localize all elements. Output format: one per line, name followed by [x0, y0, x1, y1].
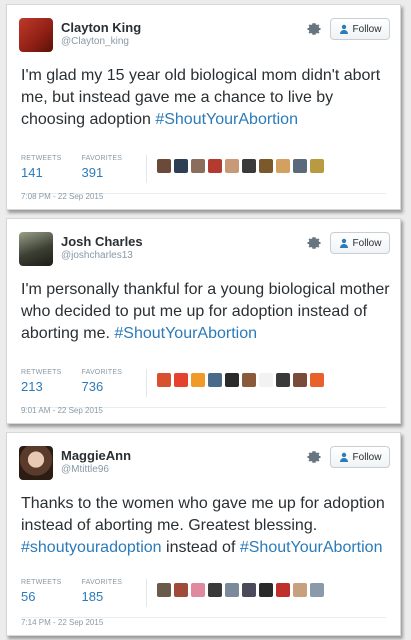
timestamp[interactable]: 9:01 AM - 22 Sep 2015: [21, 406, 103, 415]
favoriter-avatar[interactable]: [259, 373, 274, 387]
favoriter-avatar[interactable]: [174, 583, 189, 597]
favoriter-avatar[interactable]: [157, 159, 172, 173]
favoriter-avatar[interactable]: [191, 373, 206, 387]
follow-button[interactable]: Follow: [330, 18, 390, 40]
favoriter-avatar[interactable]: [242, 583, 257, 597]
tweet-stats: RETWEETS 56 FAVORITES 185: [21, 579, 325, 613]
tweet-card: MaggieAnn @Mtittle96 Follow Thanks to th…: [6, 432, 401, 636]
retweets-stat[interactable]: RETWEETS 213: [21, 369, 62, 394]
favoriter-avatars: [157, 373, 325, 387]
favoriter-avatar[interactable]: [225, 373, 240, 387]
gear-icon[interactable]: [306, 449, 322, 465]
person-add-icon: [339, 24, 348, 34]
user-handle[interactable]: @joshcharles13: [61, 250, 133, 261]
favoriter-avatar[interactable]: [208, 373, 223, 387]
favorites-label: FAVORITES: [81, 579, 123, 586]
favorites-count: 736: [81, 379, 104, 394]
follow-button[interactable]: Follow: [330, 446, 390, 468]
stats-divider: [146, 369, 148, 397]
favoriter-avatar[interactable]: [174, 159, 189, 173]
hashtag-link[interactable]: #ShoutYourAbortion: [114, 325, 257, 342]
favorites-stat[interactable]: FAVORITES 185: [82, 579, 123, 604]
tweet-stats: RETWEETS 213 FAVORITES 736: [21, 369, 325, 403]
favorites-count: 391: [81, 165, 104, 180]
retweets-label: RETWEETS: [21, 155, 62, 162]
favoriter-avatar[interactable]: [208, 159, 223, 173]
favoriter-avatar[interactable]: [293, 583, 308, 597]
favoriter-avatar[interactable]: [276, 583, 291, 597]
retweets-stat[interactable]: RETWEETS 141: [21, 155, 62, 180]
stats-divider: [146, 579, 148, 607]
favoriter-avatar[interactable]: [293, 373, 308, 387]
gear-icon[interactable]: [306, 21, 322, 37]
favorites-label: FAVORITES: [81, 155, 123, 162]
avatar[interactable]: [19, 232, 53, 266]
timestamp[interactable]: 7:14 PM - 22 Sep 2015: [21, 618, 103, 627]
retweets-label: RETWEETS: [21, 579, 62, 586]
gear-icon[interactable]: [306, 235, 322, 251]
follow-button[interactable]: Follow: [330, 232, 390, 254]
retweets-stat[interactable]: RETWEETS 56: [21, 579, 62, 604]
tweet-card: Clayton King @Clayton_king Follow I'm gl…: [6, 4, 401, 210]
favoriter-avatar[interactable]: [225, 159, 240, 173]
follow-label: Follow: [352, 451, 382, 463]
favoriter-avatars: [157, 159, 325, 173]
tweet-stats: RETWEETS 141 FAVORITES 391: [21, 155, 325, 189]
retweets-count: 56: [21, 589, 36, 604]
favoriter-avatar[interactable]: [208, 583, 223, 597]
favoriter-avatar[interactable]: [242, 159, 257, 173]
favorites-stat[interactable]: FAVORITES 391: [82, 155, 123, 180]
tweet-card: Josh Charles @joshcharles13 Follow I'm p…: [6, 218, 401, 424]
favorites-count: 185: [81, 589, 104, 604]
person-add-icon: [339, 452, 348, 462]
tweet-screenshot-collage: Clayton King @Clayton_king Follow I'm gl…: [0, 0, 411, 640]
favoriter-avatars: [157, 583, 325, 597]
favoriter-avatar[interactable]: [259, 159, 274, 173]
favoriter-avatar[interactable]: [191, 583, 206, 597]
retweets-label: RETWEETS: [21, 369, 62, 376]
user-handle[interactable]: @Clayton_king: [61, 36, 129, 47]
favoriter-avatar[interactable]: [293, 159, 308, 173]
tweet-body: Thanks to the women who gave me up for a…: [21, 495, 385, 534]
user-handle[interactable]: @Mtittle96: [61, 464, 109, 475]
follow-label: Follow: [352, 237, 382, 249]
person-add-icon: [339, 238, 348, 248]
favorites-label: FAVORITES: [81, 369, 123, 376]
favoriter-avatar[interactable]: [157, 373, 172, 387]
hashtag-link[interactable]: #shoutyouradoption: [21, 539, 162, 556]
favoriter-avatar[interactable]: [276, 159, 291, 173]
hashtag-link[interactable]: #ShoutYourAbortion: [240, 539, 383, 556]
favoriter-avatar[interactable]: [242, 373, 257, 387]
tweet-text: I'm glad my 15 year old biological mom d…: [21, 65, 393, 131]
follow-label: Follow: [352, 23, 382, 35]
favoriter-avatar[interactable]: [276, 373, 291, 387]
stats-divider: [146, 155, 148, 183]
favoriter-avatar[interactable]: [225, 583, 240, 597]
avatar[interactable]: [19, 446, 53, 480]
favoriter-avatar[interactable]: [157, 583, 172, 597]
display-name[interactable]: Josh Charles: [61, 234, 143, 249]
favorites-stat[interactable]: FAVORITES 736: [82, 369, 123, 394]
favoriter-avatar[interactable]: [310, 373, 325, 387]
display-name[interactable]: Clayton King: [61, 20, 141, 35]
favoriter-avatar[interactable]: [174, 373, 189, 387]
avatar[interactable]: [19, 18, 53, 52]
favoriter-avatar[interactable]: [310, 159, 325, 173]
display-name[interactable]: MaggieAnn: [61, 448, 131, 463]
favoriter-avatar[interactable]: [310, 583, 325, 597]
retweets-count: 213: [21, 379, 43, 394]
tweet-text: Thanks to the women who gave me up for a…: [21, 493, 393, 559]
tweet-text: I'm personally thankful for a young biol…: [21, 279, 393, 345]
favoriter-avatar[interactable]: [191, 159, 206, 173]
hashtag-link[interactable]: #ShoutYourAbortion: [155, 111, 298, 128]
retweets-count: 141: [21, 165, 43, 180]
favoriter-avatar[interactable]: [259, 583, 274, 597]
timestamp[interactable]: 7:08 PM - 22 Sep 2015: [21, 192, 103, 201]
tweet-body-continued: instead of: [161, 539, 240, 556]
